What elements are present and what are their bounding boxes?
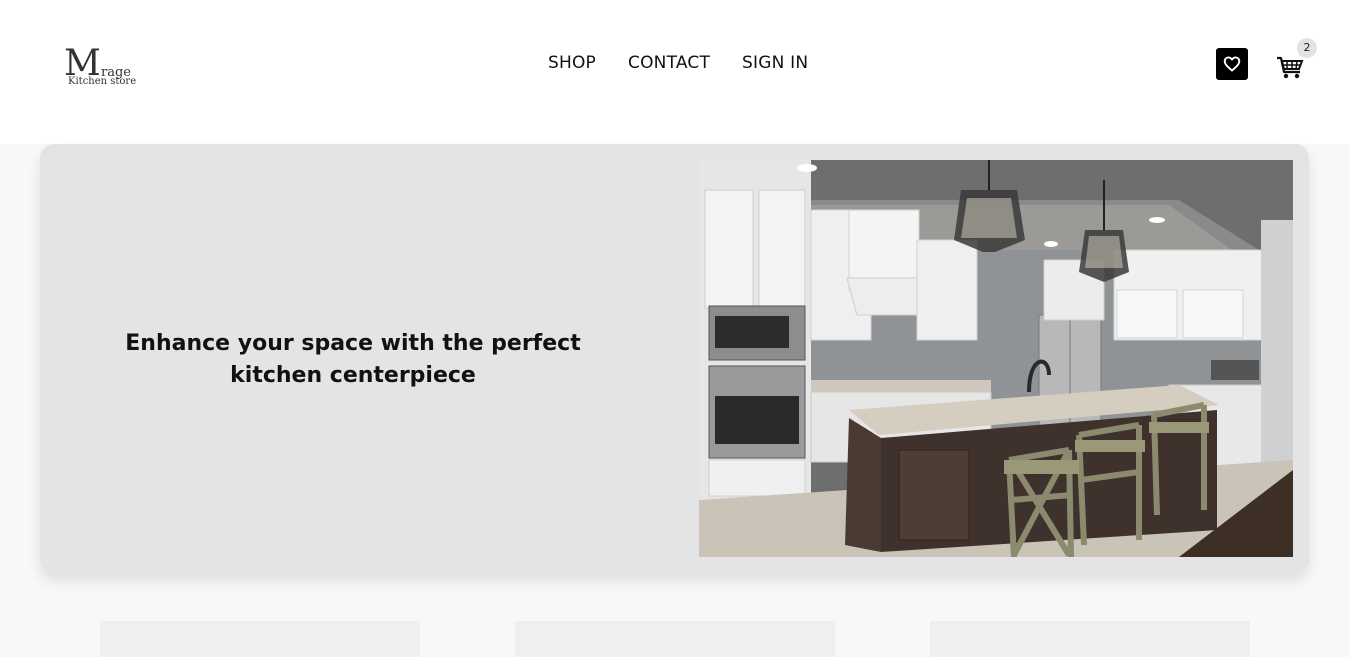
- logo-tagline: Kitchen store: [68, 76, 137, 87]
- hero-banner: Enhance your space with the perfect kitc…: [40, 144, 1309, 573]
- product-card-2[interactable]: [515, 621, 835, 657]
- wishlist-button[interactable]: [1216, 48, 1248, 80]
- cart-count-badge: 2: [1297, 38, 1317, 58]
- brand-logo[interactable]: M rage Kitchen store: [64, 46, 136, 90]
- nav-shop[interactable]: SHOP: [548, 53, 596, 73]
- kitchen-photo: [699, 160, 1293, 557]
- main-nav: SHOP CONTACT SIGN IN: [548, 53, 808, 73]
- product-card-3[interactable]: [930, 621, 1250, 657]
- product-card-1[interactable]: [100, 621, 420, 657]
- hero-heading: Enhance your space with the perfect kitc…: [125, 331, 581, 388]
- nav-contact[interactable]: CONTACT: [628, 53, 710, 73]
- heart-icon: [1223, 56, 1241, 72]
- site-header: M rage Kitchen store SHOP CONTACT SIGN I…: [0, 0, 1349, 144]
- nav-sign-in[interactable]: SIGN IN: [742, 53, 808, 73]
